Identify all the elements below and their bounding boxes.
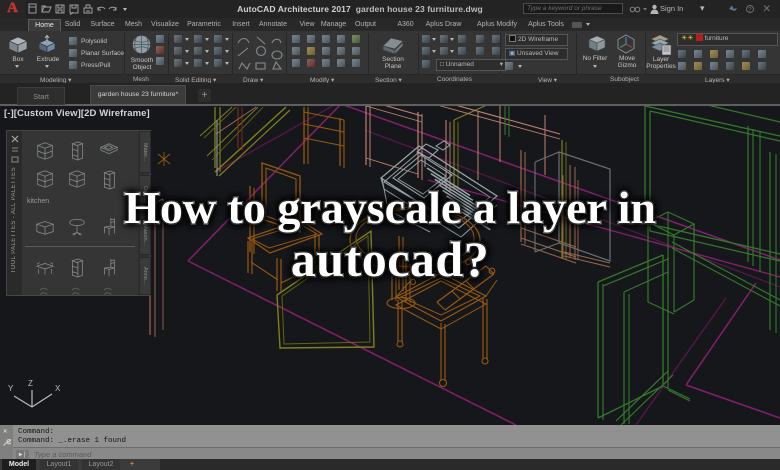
svg-text:X: X	[55, 384, 61, 393]
svg-text:?: ?	[748, 8, 752, 14]
svg-text:Y: Y	[8, 384, 14, 393]
svg-text:Z: Z	[28, 379, 33, 388]
